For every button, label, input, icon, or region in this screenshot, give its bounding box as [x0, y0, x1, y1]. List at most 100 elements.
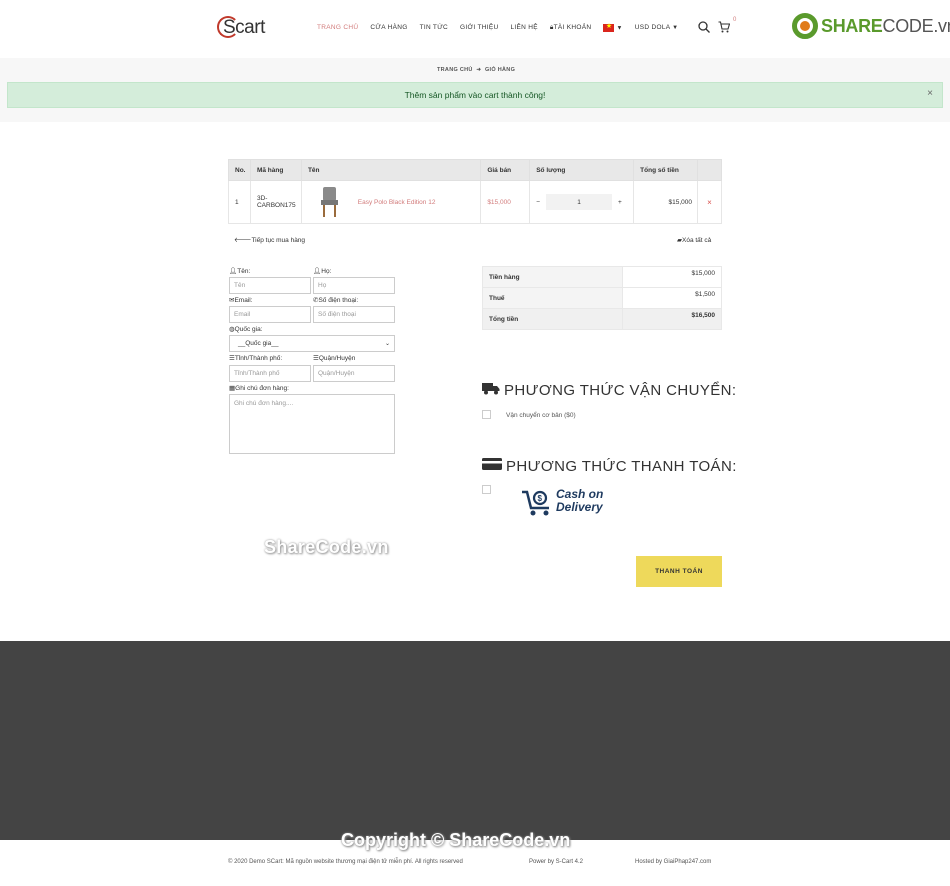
- country-label: ◍Quốc gia:: [229, 325, 263, 333]
- shipping-checkbox[interactable]: [482, 410, 491, 419]
- cart-count-badge: 0: [733, 17, 737, 23]
- grand-total-value: $16,500: [622, 308, 722, 330]
- clear-all-link[interactable]: ▰Xóa tất cả: [677, 236, 711, 244]
- first-name-input[interactable]: Tên: [229, 277, 311, 294]
- clear-all-label: Xóa tất cả: [682, 237, 712, 244]
- table-row: 1 3D- CARBON175 Easy Polo Black Edition 1…: [228, 180, 722, 224]
- table-header-row: No. Mã hàng Tên Giá bán Số lượng Tổng số…: [228, 159, 722, 181]
- row-price: $15,000: [480, 180, 531, 224]
- district-label: ☰Quận/Huyện: [313, 354, 355, 362]
- grand-total-label: Tổng tiền: [482, 308, 623, 330]
- brand-share-text: SHARE: [821, 15, 883, 36]
- first-name-label: 👤︎Tên:: [229, 267, 250, 275]
- truck-icon: [482, 382, 500, 399]
- column-header-qty: Số lượng: [529, 159, 635, 181]
- row-sku: 3D- CARBON175: [249, 180, 302, 224]
- phone-input[interactable]: Số điện thoại: [313, 306, 395, 323]
- city-input[interactable]: Tỉnh/Thành phố: [229, 365, 311, 382]
- note-label: ▦Ghi chú đơn hàng:: [229, 384, 289, 392]
- district-label-text: Quận/Huyện: [318, 355, 356, 362]
- nav-item-contact[interactable]: LIÊN HỆ: [510, 24, 537, 32]
- country-select[interactable]: __Quốc gia__ ⌄: [229, 335, 395, 352]
- alert-message: Thêm sản phẩm vào cart thành công!: [404, 90, 546, 100]
- cash-on-delivery-logo: $ Cash on Delivery: [521, 487, 611, 519]
- nav-item-home[interactable]: TRANG CHỦ: [317, 24, 358, 32]
- checkout-button[interactable]: THANH TOÁN: [636, 556, 722, 587]
- totals-row-subtotal: Tiền hàng $15,000: [482, 266, 722, 288]
- language-dropdown[interactable]: ▼: [603, 22, 623, 32]
- city-label: ☰Tỉnh/Thành phố:: [229, 354, 282, 362]
- row-qty: − 1 +: [529, 180, 635, 224]
- arrow-right-icon: ➜: [476, 67, 482, 73]
- totals-row-tax: Thuế $1,500: [482, 287, 722, 309]
- last-name-input[interactable]: Họ: [313, 277, 395, 294]
- column-header-sku: Mã hàng: [249, 159, 302, 181]
- footer-powered-by[interactable]: Power by S-Cart 4.2: [529, 859, 583, 865]
- column-header-remove: [697, 159, 722, 181]
- footer-band: [0, 641, 950, 840]
- main-nav: TRANG CHỦ CỬA HÀNG TIN TỨC GIỚI THIỆU LI…: [317, 22, 679, 32]
- nav-item-shop[interactable]: CỬA HÀNG: [370, 24, 407, 32]
- email-label: ✉︎Email:: [229, 296, 253, 304]
- tax-label: Thuế: [482, 287, 623, 309]
- close-icon[interactable]: ×: [927, 88, 933, 99]
- footer-hosted-by[interactable]: Hosted by GiaiPhap247.com: [635, 859, 711, 865]
- product-thumbnail[interactable]: [318, 187, 342, 217]
- quantity-stepper: − 1 +: [536, 194, 633, 210]
- district-input[interactable]: Quận/Huyện: [313, 365, 395, 382]
- cart-table: No. Mã hàng Tên Giá bán Số lượng Tổng số…: [228, 159, 722, 224]
- nav-item-account[interactable]: 🔒︎TÀI KHOẢN: [550, 24, 592, 32]
- currency-dropdown[interactable]: USD DOLA ▼: [635, 24, 679, 32]
- totals-table: Tiền hàng $15,000 Thuế $1,500 Tổng tiền …: [482, 266, 722, 330]
- first-name-label-text: Tên:: [237, 268, 251, 275]
- breadcrumb: TRANG CHỦ ➜ GIỎ HÀNG: [437, 67, 515, 73]
- product-name-link[interactable]: Easy Polo Black Edition 12: [358, 199, 436, 206]
- nav-item-news[interactable]: TIN TỨC: [420, 24, 448, 32]
- breadcrumb-current: GIỎ HÀNG: [484, 67, 516, 73]
- payment-title-text: PHƯƠNG THỨC THANH TOÁN:: [506, 457, 737, 475]
- search-icon[interactable]: [698, 21, 710, 36]
- sharecode-logo-icon: [792, 13, 818, 39]
- tax-value: $1,500: [622, 287, 722, 309]
- svg-text:$: $: [538, 494, 543, 503]
- header-icons: [698, 21, 731, 36]
- email-input[interactable]: Email: [229, 306, 311, 323]
- order-note-textarea[interactable]: Ghi chú đơn hàng....: [229, 394, 395, 454]
- column-header-price: Giá bán: [480, 159, 531, 181]
- arrow-left-icon: 🡐: [234, 237, 252, 244]
- continue-shopping-link[interactable]: 🡐Tiếp tục mua hàng: [234, 236, 305, 244]
- qty-plus-button[interactable]: +: [618, 199, 622, 206]
- column-header-total: Tổng số tiền: [633, 159, 699, 181]
- nav-item-about[interactable]: GIỚI THIỆU: [460, 24, 498, 32]
- sharecode-brand: SHARE CODE.vn: [792, 12, 950, 40]
- chevron-down-icon: ⌄: [384, 341, 390, 347]
- cod-cart-icon: $: [522, 490, 549, 516]
- shipping-option-label: Vận chuyển cơ bản ($0): [506, 412, 576, 419]
- payment-checkbox[interactable]: [482, 485, 491, 494]
- phone-label-text: Số điện thoại:: [318, 297, 359, 304]
- site-header: Scart TRANG CHỦ CỬA HÀNG TIN TỨC GIỚI TH…: [0, 0, 950, 58]
- qty-input[interactable]: 1: [546, 194, 613, 210]
- last-name-label: 👤︎Họ:: [313, 267, 331, 275]
- watermark-copyright: Copyright © ShareCode.vn: [341, 830, 571, 850]
- breadcrumb-home[interactable]: TRANG CHỦ: [437, 67, 473, 73]
- country-label-text: Quốc gia:: [234, 326, 263, 333]
- brand-code-text: CODE.vn: [882, 15, 950, 36]
- qty-minus-button[interactable]: −: [536, 199, 540, 206]
- sku-line2: CARBON175: [256, 202, 296, 209]
- logo-text: Scart: [223, 17, 265, 38]
- cart-icon[interactable]: [718, 21, 731, 36]
- column-header-no: No.: [228, 159, 251, 181]
- remove-item-button[interactable]: ×: [707, 198, 712, 207]
- cod-line2: Delivery: [556, 500, 603, 514]
- success-alert: Thêm sản phẩm vào cart thành công! ×: [7, 82, 943, 108]
- row-total: $15,000: [633, 180, 699, 224]
- cod-line1: Cash on: [556, 487, 604, 501]
- row-product: Easy Polo Black Edition 12: [300, 180, 482, 224]
- site-logo[interactable]: Scart: [217, 14, 269, 42]
- nav-item-account-label: TÀI KHOẢN: [553, 24, 592, 31]
- shipping-section-title: PHƯƠNG THỨC VẬN CHUYỂN:: [482, 382, 736, 399]
- cod-text: Cash on Delivery: [556, 488, 603, 514]
- footer-copyright: © 2020 Demo SCart: Mã nguồn website thươ…: [228, 859, 463, 865]
- caret-down-icon: ▼: [616, 25, 623, 32]
